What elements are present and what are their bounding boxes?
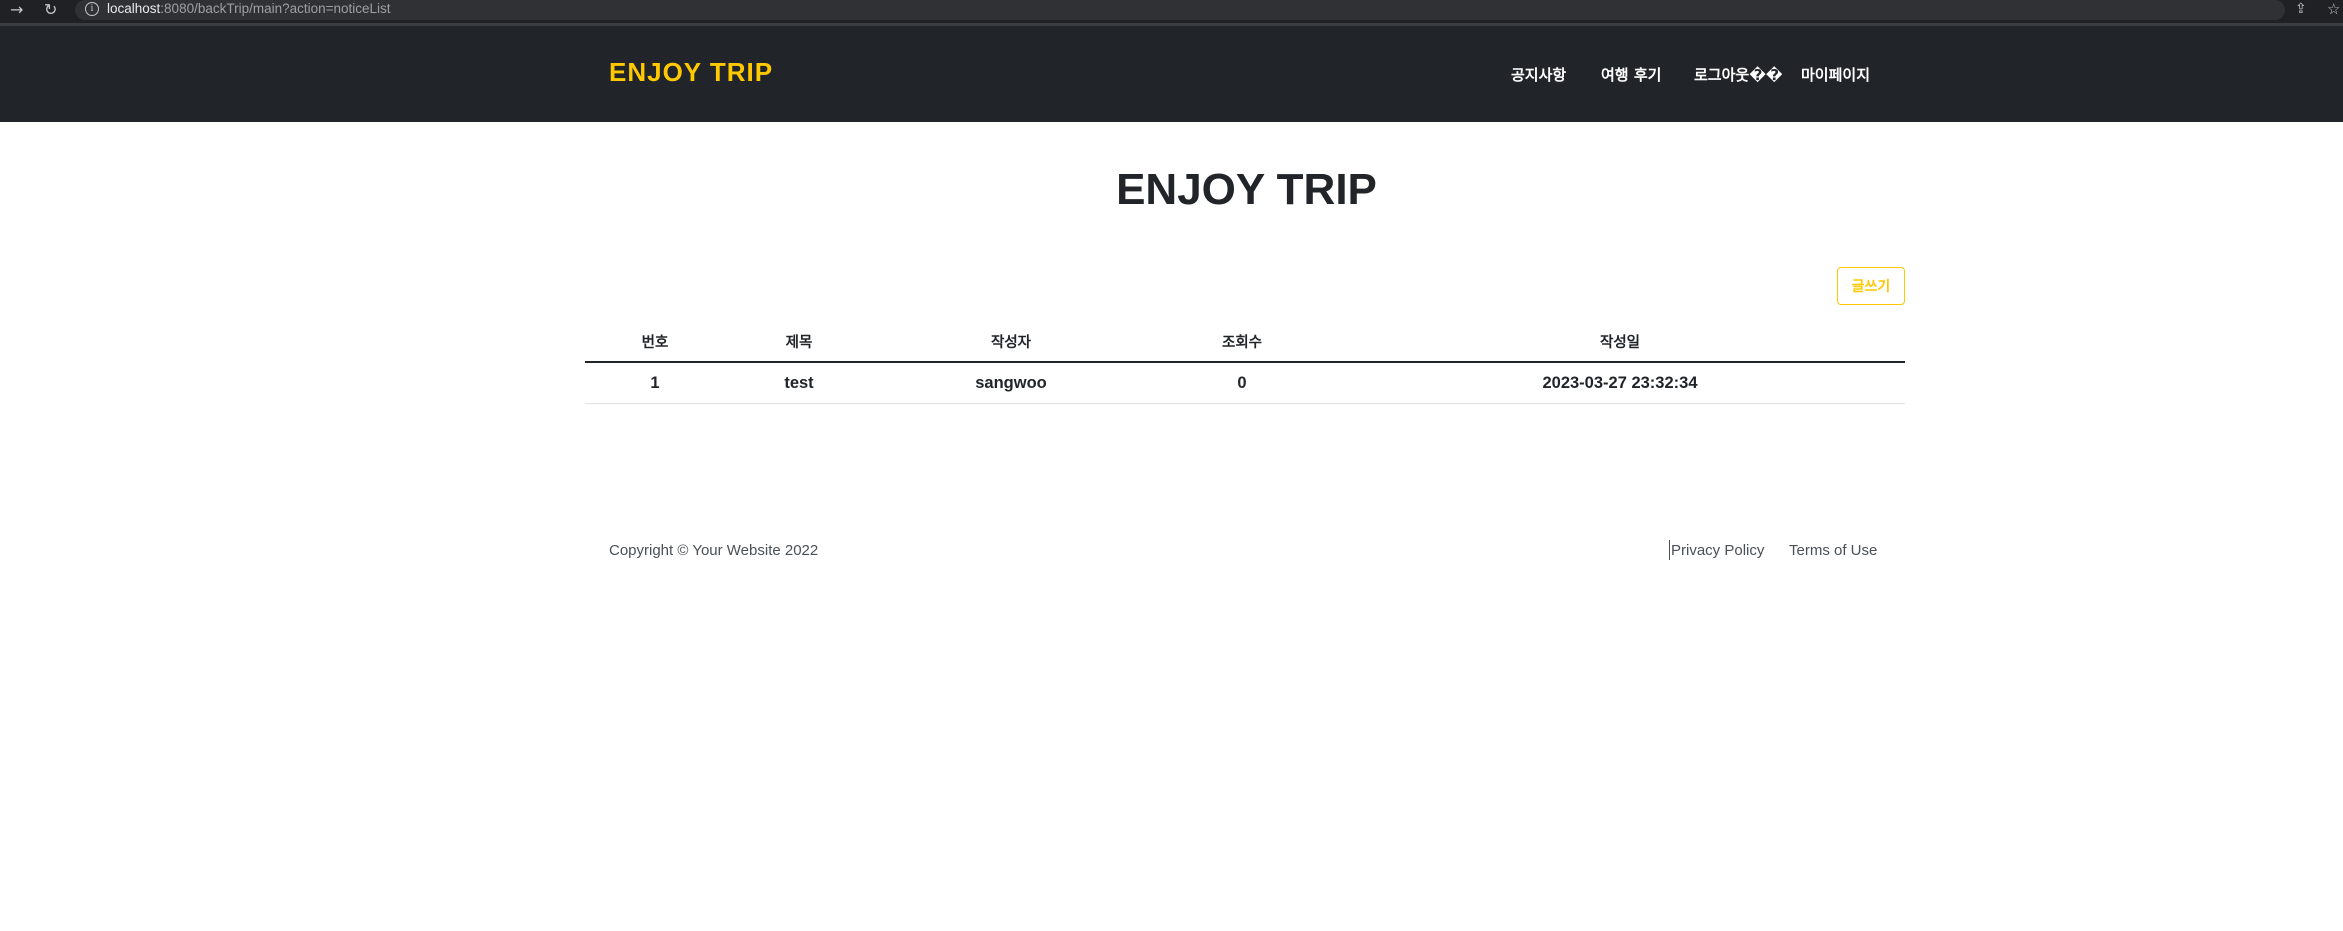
star-icon[interactable]: ☆ <box>2327 0 2340 20</box>
column-header-title: 제목 <box>725 322 873 363</box>
share-icon[interactable]: ⇪ <box>2295 0 2307 20</box>
table-row[interactable]: 1 test sangwoo 0 2023-03-27 23:32:34 <box>585 362 1905 404</box>
cell-title[interactable]: test <box>725 362 873 404</box>
cell-number: 1 <box>585 362 725 404</box>
column-header-author: 작성자 <box>873 322 1149 363</box>
page-title: ENJOY TRIP <box>1116 165 1377 214</box>
column-header-date: 작성일 <box>1335 322 1905 363</box>
brand-logo[interactable]: ENJOY TRIP <box>609 57 773 88</box>
cell-author: sangwoo <box>873 362 1149 404</box>
footer-copyright: Copyright © Your Website 2022 <box>609 542 819 559</box>
column-header-views: 조회수 <box>1149 322 1335 363</box>
notice-table: 번호 제목 작성자 조회수 작성일 1 test sangwoo 0 2023-… <box>585 322 1905 404</box>
reload-icon[interactable]: ↻ <box>44 0 57 20</box>
nav-item-mypage[interactable]: 마이페이지 <box>1801 64 1870 85</box>
top-navbar: ENJOY TRIP 공지사항 여행 후기 로그아웃�� 마이페이지 <box>0 23 2343 122</box>
info-icon[interactable]: i <box>85 2 99 16</box>
url-path: :8080/backTrip/main?action=noticeList <box>160 1 391 16</box>
table-header-row: 번호 제목 작성자 조회수 작성일 <box>585 322 1905 363</box>
text-cursor <box>1669 540 1670 560</box>
cell-date: 2023-03-27 23:32:34 <box>1335 362 1905 404</box>
terms-of-use-link[interactable]: Terms of Use <box>1789 542 1877 559</box>
nav-item-travel-review[interactable]: 여행 후기 <box>1601 64 1661 85</box>
cell-views: 0 <box>1149 362 1335 404</box>
url-text: localhost:8080/backTrip/main?action=noti… <box>107 0 391 18</box>
browser-toolbar: → ↻ i localhost:8080/backTrip/main?actio… <box>0 0 2343 23</box>
privacy-policy-link[interactable]: Privacy Policy <box>1671 542 1764 559</box>
column-header-number: 번호 <box>585 322 725 363</box>
address-bar[interactable]: i localhost:8080/backTrip/main?action=no… <box>75 0 2285 20</box>
nav-item-logout[interactable]: 로그아웃�� <box>1694 64 1783 85</box>
write-post-button[interactable]: 글쓰기 <box>1837 267 1905 305</box>
url-host: localhost <box>107 1 161 16</box>
back-arrow-icon[interactable]: → <box>10 0 23 20</box>
nav-item-notice[interactable]: 공지사항 <box>1511 64 1566 85</box>
